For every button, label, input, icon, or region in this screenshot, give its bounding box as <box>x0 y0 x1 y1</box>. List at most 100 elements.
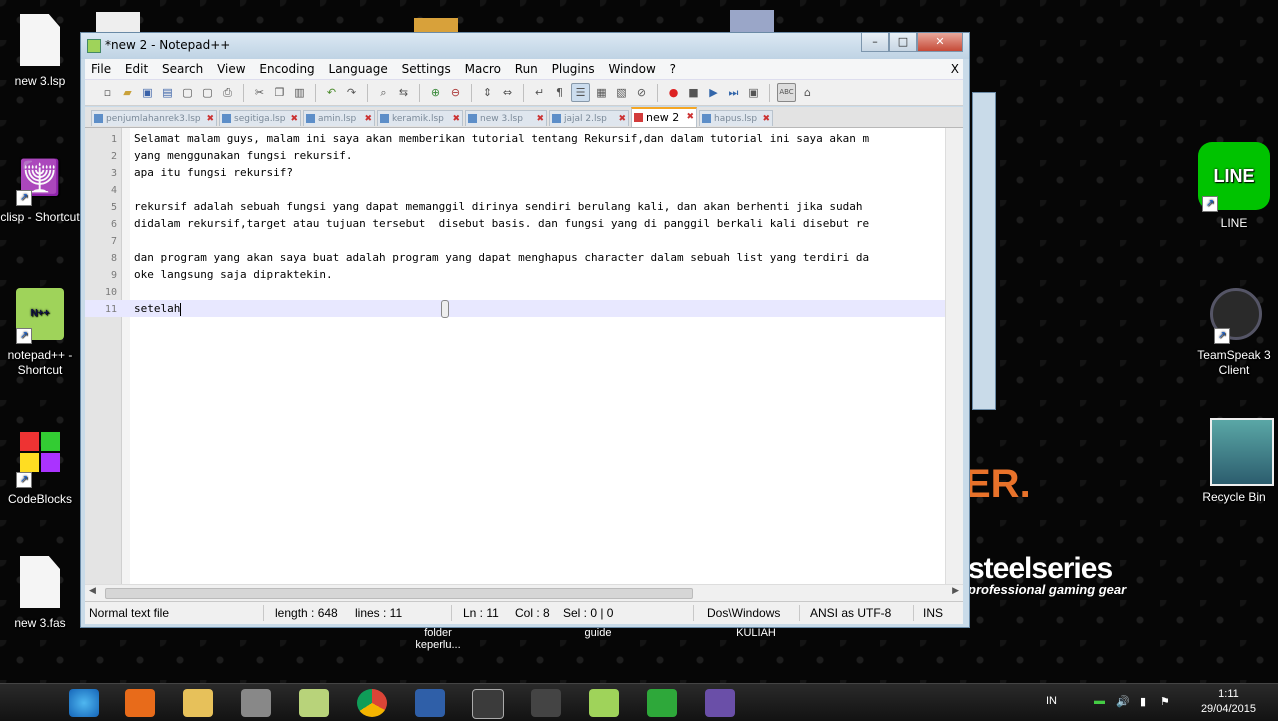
play-macro-icon[interactable]: ▶ <box>705 84 722 101</box>
print-icon[interactable]: ⎙ <box>219 84 236 101</box>
menu-run[interactable]: Run <box>511 59 542 79</box>
doc-map-icon[interactable]: ▦ <box>593 84 610 101</box>
desktop-icon-codeblocks[interactable]: ↗ CodeBlocks <box>0 424 80 507</box>
zoom-in-icon[interactable]: ⊕ <box>427 84 444 101</box>
editor-line[interactable]: 2 yang menggunakan fungsi rekursif. <box>85 147 961 164</box>
spell-check-icon[interactable]: ABC <box>777 83 796 102</box>
desktop-icon-label-guide[interactable]: guide <box>576 627 620 639</box>
desktop-icon-line[interactable]: LINE ↗ LINE <box>1194 142 1274 231</box>
taskbar-internet-explorer[interactable] <box>62 687 106 719</box>
tab-close-icon[interactable]: ✖ <box>290 111 298 126</box>
tab-segitiga[interactable]: segitiga.lsp ✖ <box>219 110 301 126</box>
close-file-icon[interactable]: ▢ <box>179 84 196 101</box>
editor-line[interactable]: 4 <box>85 181 961 198</box>
copy-icon[interactable]: ❐ <box>271 84 288 101</box>
cut-icon[interactable]: ✂ <box>251 84 268 101</box>
desktop-icon-new3-fas[interactable]: new 3.fas <box>0 556 80 631</box>
menu-settings[interactable]: Settings <box>398 59 455 79</box>
replace-icon[interactable]: ⇆ <box>395 84 412 101</box>
close-all-icon[interactable]: ▢ <box>199 84 216 101</box>
tab-penjumlahanrek3[interactable]: penjumlahanrek3.lsp ✖ <box>91 110 217 126</box>
tab-close-icon[interactable]: ✖ <box>364 111 372 126</box>
tab-amin[interactable]: amin.lsp ✖ <box>303 110 375 126</box>
tab-close-icon[interactable]: ✖ <box>686 109 694 126</box>
language-indicator[interactable]: IN <box>1046 695 1057 707</box>
editor-line[interactable]: 1 Selamat malam guys, malam ini saya akan… <box>85 130 961 147</box>
editor-line[interactable]: 6 didalam rekursif,target atau tujuan ter… <box>85 215 961 232</box>
taskbar-crossfire[interactable] <box>524 687 568 719</box>
taskbar-notes[interactable] <box>292 687 336 719</box>
scroll-left-icon[interactable]: ◀ <box>89 586 96 596</box>
taskbar-chrome[interactable] <box>350 687 394 719</box>
battery-icon[interactable]: ▬ <box>1094 695 1105 707</box>
tab-close-icon[interactable]: ✖ <box>618 111 626 126</box>
function-list-icon[interactable]: ▧ <box>613 84 630 101</box>
desktop-icon-label-kuliah[interactable]: KULIAH <box>730 627 782 639</box>
save-macro-icon[interactable]: ▣ <box>745 84 762 101</box>
text-editor[interactable]: 1 Selamat malam guys, malam ini saya akan… <box>85 128 963 584</box>
menu-language[interactable]: Language <box>325 59 392 79</box>
editor-line[interactable]: 10 <box>85 283 961 300</box>
menu-encoding[interactable]: Encoding <box>255 59 318 79</box>
taskbar-user-tool[interactable] <box>234 687 278 719</box>
taskbar-terminal[interactable] <box>466 687 510 719</box>
taskbar-notepad-plus-plus[interactable] <box>582 687 626 719</box>
horizontal-scrollbar[interactable]: ◀ ▶ <box>85 584 963 601</box>
editor-line[interactable]: 9 oke langsung saja dipraktekin. <box>85 266 961 283</box>
tab-close-icon[interactable]: ✖ <box>762 111 770 126</box>
indent-guide-icon[interactable]: ☰ <box>571 83 590 102</box>
desktop-icon-teamspeak[interactable]: ↗ TeamSpeak 3 Client <box>1194 288 1274 378</box>
desktop-icon-new3-lsp[interactable]: new 3.lsp <box>0 14 80 89</box>
taskbar-lisp-ide[interactable] <box>408 687 452 719</box>
undo-icon[interactable]: ↶ <box>323 84 340 101</box>
desktop-icon-clisp-shortcut[interactable]: 🕎 ↗ clisp - Shortcut <box>0 150 80 225</box>
new-file-icon[interactable]: ▫ <box>99 84 116 101</box>
sync-vertical-icon[interactable]: ⇕ <box>479 84 496 101</box>
redo-icon[interactable]: ↷ <box>343 84 360 101</box>
open-file-icon[interactable]: ▰ <box>119 84 136 101</box>
title-bar[interactable]: *new 2 - Notepad++ – □ ✕ <box>81 33 969 59</box>
sync-horizontal-icon[interactable]: ⇔ <box>499 84 516 101</box>
editor-line[interactable]: 3 apa itu fungsi rekursif? <box>85 164 961 181</box>
menu-macro[interactable]: Macro <box>461 59 505 79</box>
save-icon[interactable]: ▣ <box>139 84 156 101</box>
editor-line[interactable]: 8 dan program yang akan saya buat adalah … <box>85 249 961 266</box>
desktop-icon-label-folder[interactable]: folder keperlu... <box>408 627 468 651</box>
close-button[interactable]: ✕ <box>917 33 963 52</box>
find-icon[interactable]: ⌕ <box>375 84 392 101</box>
clock[interactable]: 1:11 29/04/2015 <box>1201 687 1256 717</box>
paste-icon[interactable]: ▥ <box>291 84 308 101</box>
tab-new3-lsp[interactable]: new 3.lsp ✖ <box>465 110 547 126</box>
run-macro-multiple-icon[interactable]: ⏭ <box>725 84 742 101</box>
taskbar-file-explorer[interactable] <box>176 687 220 719</box>
menu-help[interactable]: ? <box>666 59 680 79</box>
record-macro-icon[interactable]: ● <box>665 84 682 101</box>
minimize-button[interactable]: – <box>861 33 889 52</box>
tab-keramik[interactable]: keramik.lsp ✖ <box>377 110 463 126</box>
word-wrap-icon[interactable]: ↵ <box>531 84 548 101</box>
scroll-thumb[interactable] <box>105 588 693 599</box>
close-document-button[interactable]: X <box>951 59 959 79</box>
tab-close-icon[interactable]: ✖ <box>206 111 214 126</box>
taskbar-clisp[interactable] <box>698 687 742 719</box>
volume-icon[interactable]: 🔊 <box>1116 695 1130 708</box>
editor-line[interactable]: 7 <box>85 232 961 249</box>
menu-view[interactable]: View <box>213 59 249 79</box>
folder-as-workspace-icon[interactable]: ⊘ <box>633 84 650 101</box>
taskbar-media-player[interactable] <box>118 687 162 719</box>
taskbar-camtasia[interactable] <box>640 687 684 719</box>
desktop-icon-notepad-shortcut[interactable]: N++ ↗ notepad++ - Shortcut <box>0 288 80 378</box>
editor-line[interactable]: 5 rekursif adalah sebuah fungsi yang dapa… <box>85 198 961 215</box>
tab-jajal2[interactable]: jajal 2.lsp ✖ <box>549 110 629 126</box>
vertical-scrollbar[interactable] <box>945 128 963 584</box>
desktop-icon-recycle-bin[interactable]: Recycle Bin <box>1194 418 1274 505</box>
tab-hapus[interactable]: hapus.lsp ✖ <box>699 110 773 126</box>
menu-file[interactable]: File <box>87 59 115 79</box>
tab-close-icon[interactable]: ✖ <box>452 111 460 126</box>
network-icon[interactable]: ▮ <box>1140 695 1146 708</box>
scroll-right-icon[interactable]: ▶ <box>952 586 959 596</box>
action-center-icon[interactable]: ⚑ <box>1160 695 1170 708</box>
editor-line[interactable]: 11 setelah <box>85 300 961 317</box>
menu-edit[interactable]: Edit <box>121 59 152 79</box>
menu-window[interactable]: Window <box>604 59 659 79</box>
